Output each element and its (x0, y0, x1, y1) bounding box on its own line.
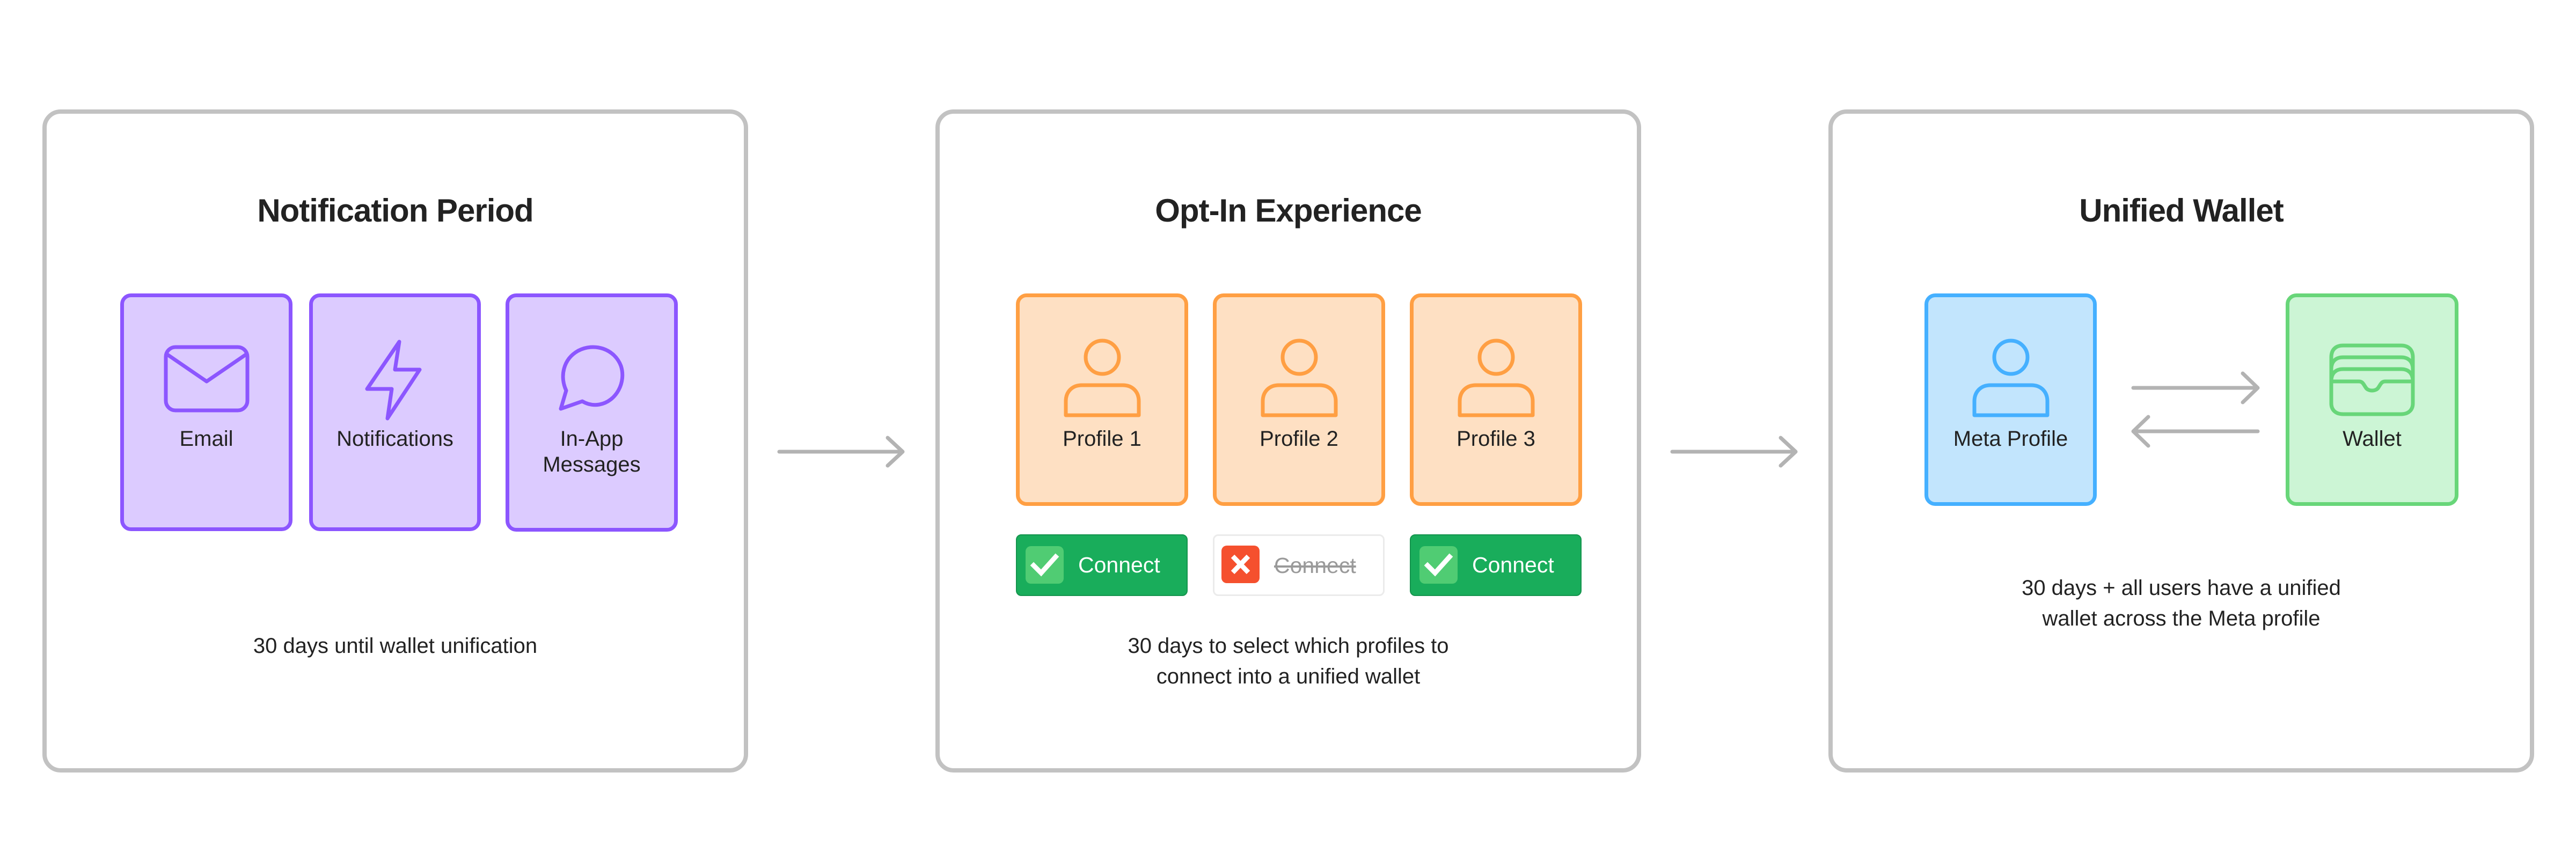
checkbox-declined[interactable] (1221, 546, 1260, 583)
tile-label: Meta Profile (1953, 427, 2068, 451)
stage-description: 30 days until wallet unification (47, 631, 744, 661)
connect-button-profile-2[interactable]: Connect (1213, 534, 1385, 596)
channel-tile-email: Email (120, 293, 292, 531)
checkbox-checked[interactable] (1419, 546, 1458, 584)
tile-label: Profile 1 (1063, 427, 1141, 451)
channel-tile-in-app-messages: In-App Messages (506, 293, 678, 532)
connect-button-profile-1[interactable]: Connect (1016, 534, 1188, 596)
tile-label: Profile 2 (1260, 427, 1338, 451)
tile-label: Notifications (336, 427, 453, 451)
stage-description: 30 days to select which profiles to conn… (940, 631, 1637, 692)
chat-bubble-icon (559, 345, 624, 411)
bidirectional-arrows-icon (2131, 371, 2260, 448)
checkmark-icon (1424, 553, 1453, 577)
tile-label: Profile 3 (1457, 427, 1535, 451)
person-icon (1064, 339, 1140, 417)
person-icon (1261, 339, 1337, 417)
meta-profile-tile: Meta Profile (1924, 293, 2097, 506)
person-icon (1972, 339, 2049, 417)
tile-label: In-App Messages (543, 427, 641, 476)
stage-title: Notification Period (257, 193, 533, 229)
checkbox-checked[interactable] (1026, 546, 1064, 584)
tile-label: Wallet (2343, 427, 2402, 451)
connect-label: Connect (1078, 553, 1160, 577)
flow-arrow-right-icon (777, 436, 905, 468)
channel-tile-notifications: Notifications (309, 293, 481, 531)
description-line: 30 days until wallet unification (253, 634, 538, 658)
stage-description: 30 days + all users have a unified walle… (1833, 573, 2530, 634)
envelope-icon (164, 345, 249, 413)
profile-tile-1: Profile 1 (1016, 293, 1188, 506)
connect-button-profile-3[interactable]: Connect (1410, 534, 1582, 596)
stage-title: Opt-In Experience (1155, 193, 1422, 229)
person-icon (1458, 339, 1534, 417)
profile-tile-2: Profile 2 (1213, 293, 1385, 506)
profile-tile-3: Profile 3 (1410, 293, 1582, 506)
description-line: wallet across the Meta profile (2042, 607, 2321, 630)
checkmark-icon (1030, 553, 1059, 577)
description-line: connect into a unified wallet (1156, 665, 1421, 688)
wallet-icon (2329, 343, 2415, 416)
connect-label: Connect (1274, 553, 1356, 578)
stage-opt-in-experience: Opt-In Experience Profile 1 Profile 2 Pr… (935, 109, 1641, 773)
description-line: 30 days to select which profiles to (1128, 634, 1449, 658)
stage-unified-wallet: Unified Wallet Meta Profile Wallet 30 da… (1828, 109, 2534, 773)
x-icon (1231, 554, 1250, 575)
flow-arrow-right-icon (1670, 436, 1798, 468)
connect-label: Connect (1472, 553, 1554, 577)
lightning-bolt-icon (365, 340, 422, 421)
tile-label: Email (179, 427, 233, 451)
description-line: 30 days + all users have a unified (2022, 576, 2341, 600)
stage-title: Unified Wallet (2079, 193, 2284, 229)
stage-notification-period: Notification Period Email Notifications … (42, 109, 748, 773)
wallet-tile: Wallet (2286, 293, 2458, 506)
